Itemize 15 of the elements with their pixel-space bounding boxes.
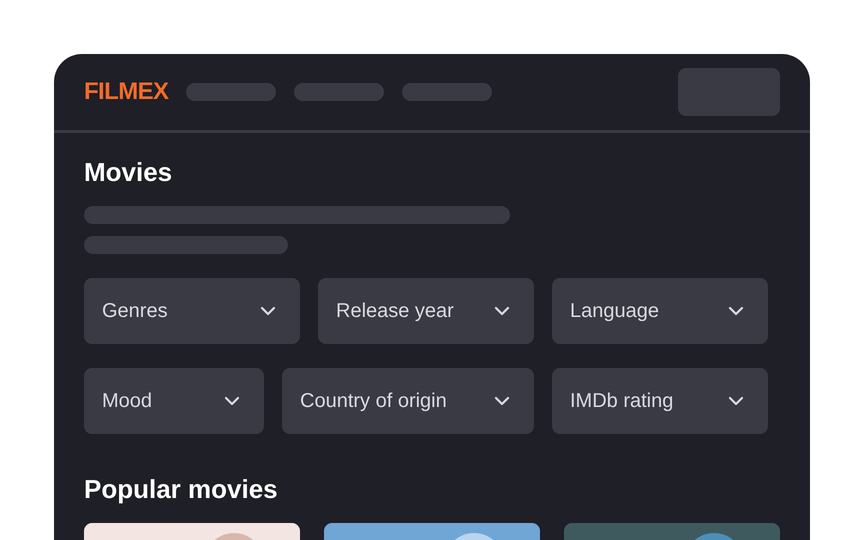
filter-dropdown[interactable]: IMDb rating	[552, 368, 768, 434]
chevron-down-icon	[728, 396, 744, 406]
chevron-down-icon	[224, 396, 240, 406]
logo[interactable]: FILMEX	[84, 74, 168, 110]
chevron-down-icon	[494, 396, 510, 406]
page-title: Movies	[84, 156, 174, 189]
section-title: Popular movies	[84, 473, 279, 506]
chevron-down-icon	[728, 306, 744, 316]
chevron-down-icon	[494, 306, 510, 316]
chevron-down-icon	[260, 306, 276, 316]
filter-dropdown[interactable]: Release year	[318, 278, 534, 344]
filter-dropdown[interactable]: Mood	[84, 368, 264, 434]
filter-dropdown[interactable]: Language	[552, 278, 768, 344]
filter-dropdown[interactable]: Genres	[84, 278, 300, 344]
filter-dropdown[interactable]: Country of origin	[282, 368, 534, 434]
